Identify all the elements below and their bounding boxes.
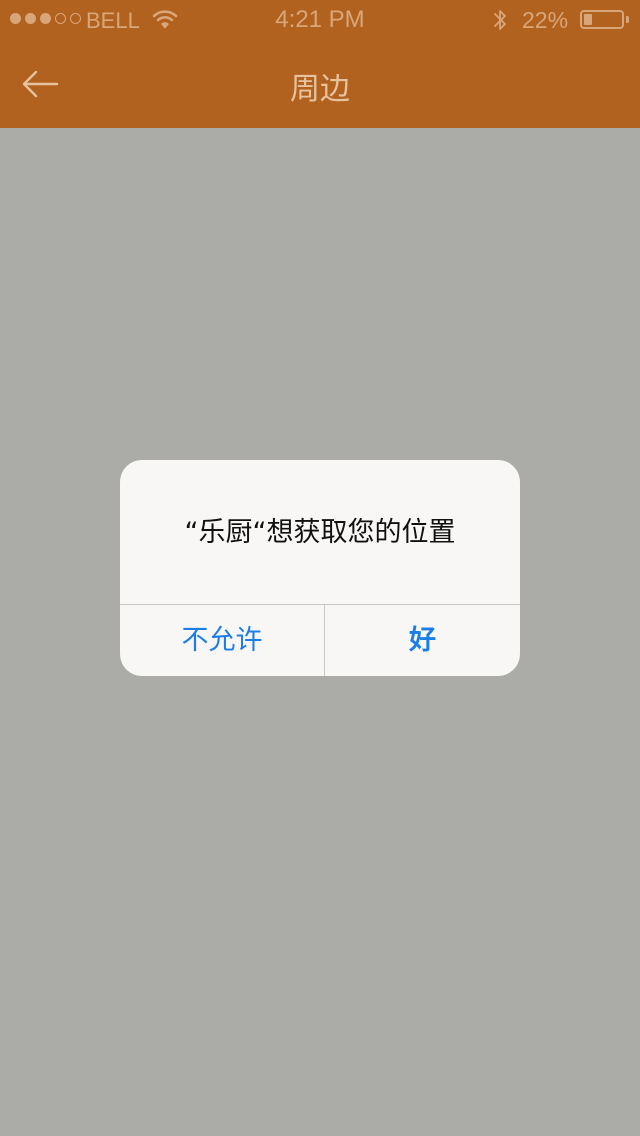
battery-tip	[626, 16, 629, 23]
battery-percentage: 22%	[522, 7, 569, 33]
top-bar: BELL 4:21 PM 22% 周边	[0, 0, 640, 128]
location-permission-dialog: “乐厨“想获取您的位置 不允许 好	[120, 460, 520, 676]
allow-button[interactable]: 好	[325, 605, 520, 676]
battery-fill	[584, 14, 592, 25]
status-bar: BELL 4:21 PM 22%	[0, 0, 640, 40]
dialog-message: “乐厨“想获取您的位置	[184, 517, 456, 548]
page-title: 周边	[290, 72, 350, 107]
battery-icon	[580, 10, 624, 29]
deny-button[interactable]: 不允许	[120, 605, 324, 676]
bluetooth-icon	[494, 10, 506, 30]
